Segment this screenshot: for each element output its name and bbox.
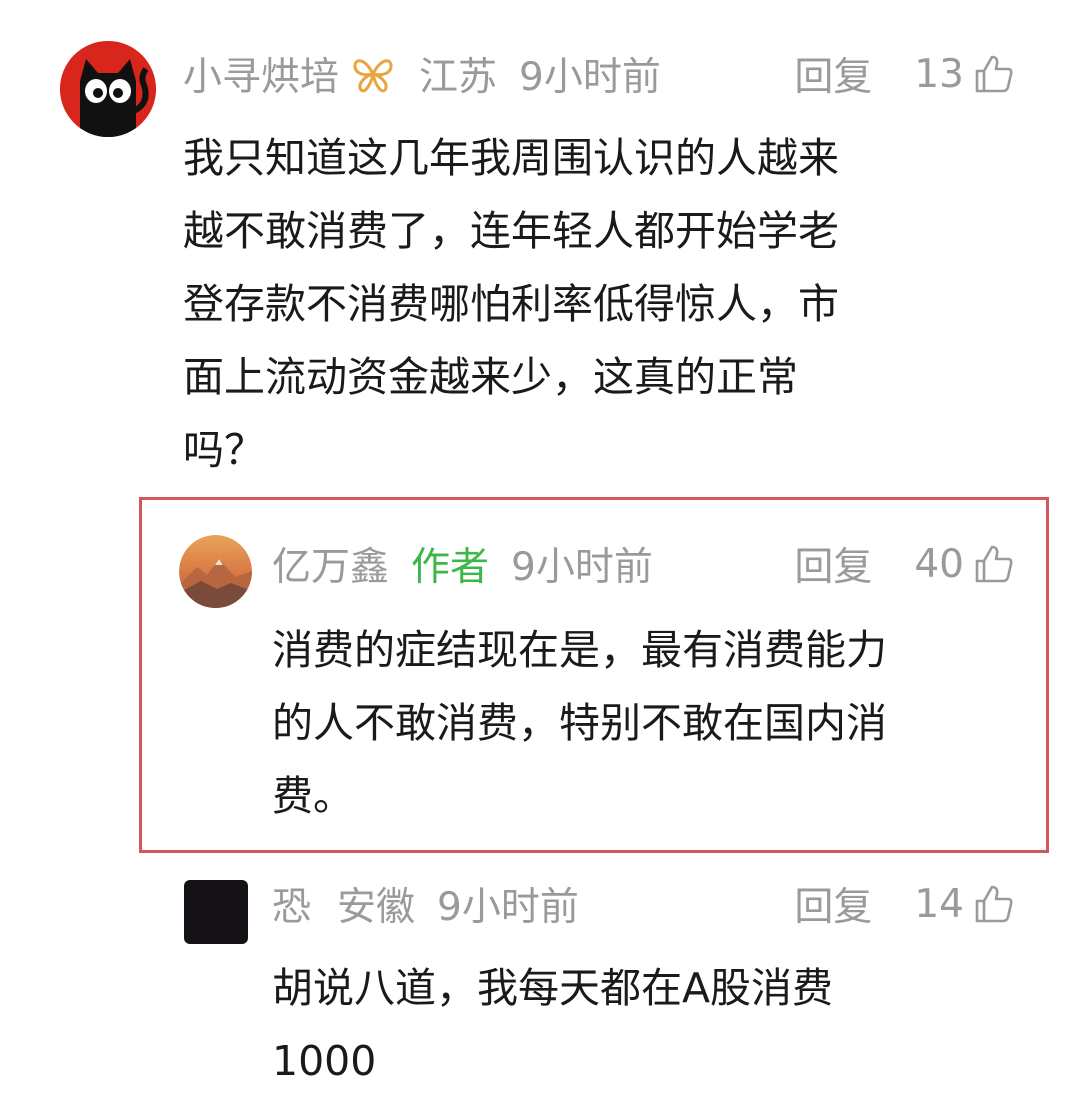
like-count: 13 (914, 51, 964, 97)
comment-meta: 恐 安徽 9小时前 (272, 872, 579, 936)
location: 江苏 (419, 55, 498, 100)
timestamp: 9小时前 (511, 545, 653, 590)
black-cat-avatar-icon (60, 41, 156, 137)
mountain-sunset-avatar-icon (179, 535, 252, 608)
comment-actions: 回复 40 (794, 532, 1014, 596)
comment-text-line: 胡说八道，我每天都在A股消费 (272, 964, 834, 1012)
comment-actions: 回复 14 (794, 872, 1014, 936)
comment-text-line: 消费的症结现在是，最有消费能力 (272, 626, 887, 674)
thumbs-up-icon[interactable] (974, 54, 1014, 94)
like-count: 40 (914, 541, 964, 587)
like-count: 14 (914, 881, 964, 927)
location: 安徽 (337, 885, 416, 930)
username[interactable]: 小寻烘培 (183, 46, 339, 102)
username[interactable]: 亿万鑫 (272, 536, 389, 592)
comment-text: 胡说八道，我每天都在A股消费 1000 (272, 952, 833, 1098)
comment-text-line: 面上流动资金越来少，这真的正常 (183, 353, 798, 401)
comment-text-line: 费。 (272, 772, 354, 820)
author-tag: 作者 (411, 545, 490, 590)
avatar[interactable] (184, 880, 248, 944)
comment-text-line: 登存款不消费哪怕利率低得惊人，市 (183, 280, 839, 328)
avatar[interactable] (60, 41, 156, 137)
timestamp: 9小时前 (437, 885, 579, 930)
avatar[interactable] (179, 535, 252, 608)
comment-text-line: 吗？ (183, 426, 265, 474)
username[interactable]: 恐 (272, 876, 311, 932)
comment-meta: 小寻烘培 江苏 9小时前 (183, 42, 661, 106)
comment-meta: 亿万鑫 作者 9小时前 (272, 532, 653, 596)
comment-text: 消费的症结现在是，最有消费能力 的人不敢消费，特别不敢在国内消 费。 (272, 614, 887, 833)
reply-item: 恐 安徽 9小时前 回复 14 胡说八道，我每天都在A股消费 1000 (0, 860, 1080, 1120)
thumbs-up-icon[interactable] (974, 884, 1014, 924)
timestamp: 9小时前 (519, 55, 661, 100)
reply-button[interactable]: 回复 (794, 876, 872, 932)
comment-text-line: 我只知道这几年我周围认识的人越来 (183, 134, 839, 182)
butterfly-badge-icon (351, 54, 395, 94)
comment-text-line: 越不敢消费了，连年轻人都开始学老 (183, 207, 839, 255)
comment-actions: 回复 13 (794, 42, 1014, 106)
comment-text-line: 的人不敢消费，特别不敢在国内消 (272, 699, 887, 747)
comment-text-line: 1000 (272, 1037, 377, 1085)
comment-text: 我只知道这几年我周围认识的人越来 越不敢消费了，连年轻人都开始学老 登存款不消费… (183, 122, 839, 487)
reply-item: 亿万鑫 作者 9小时前 回复 40 消费的症结现在是，最有消费能力 的人不敢消费… (0, 490, 1080, 860)
reply-button[interactable]: 回复 (794, 46, 872, 102)
comment-item: 小寻烘培 江苏 9小时前 回复 13 我只知道这几年我周围认识的人越来 越不敢消… (0, 0, 1080, 490)
thumbs-up-icon[interactable] (974, 544, 1014, 584)
reply-button[interactable]: 回复 (794, 536, 872, 592)
